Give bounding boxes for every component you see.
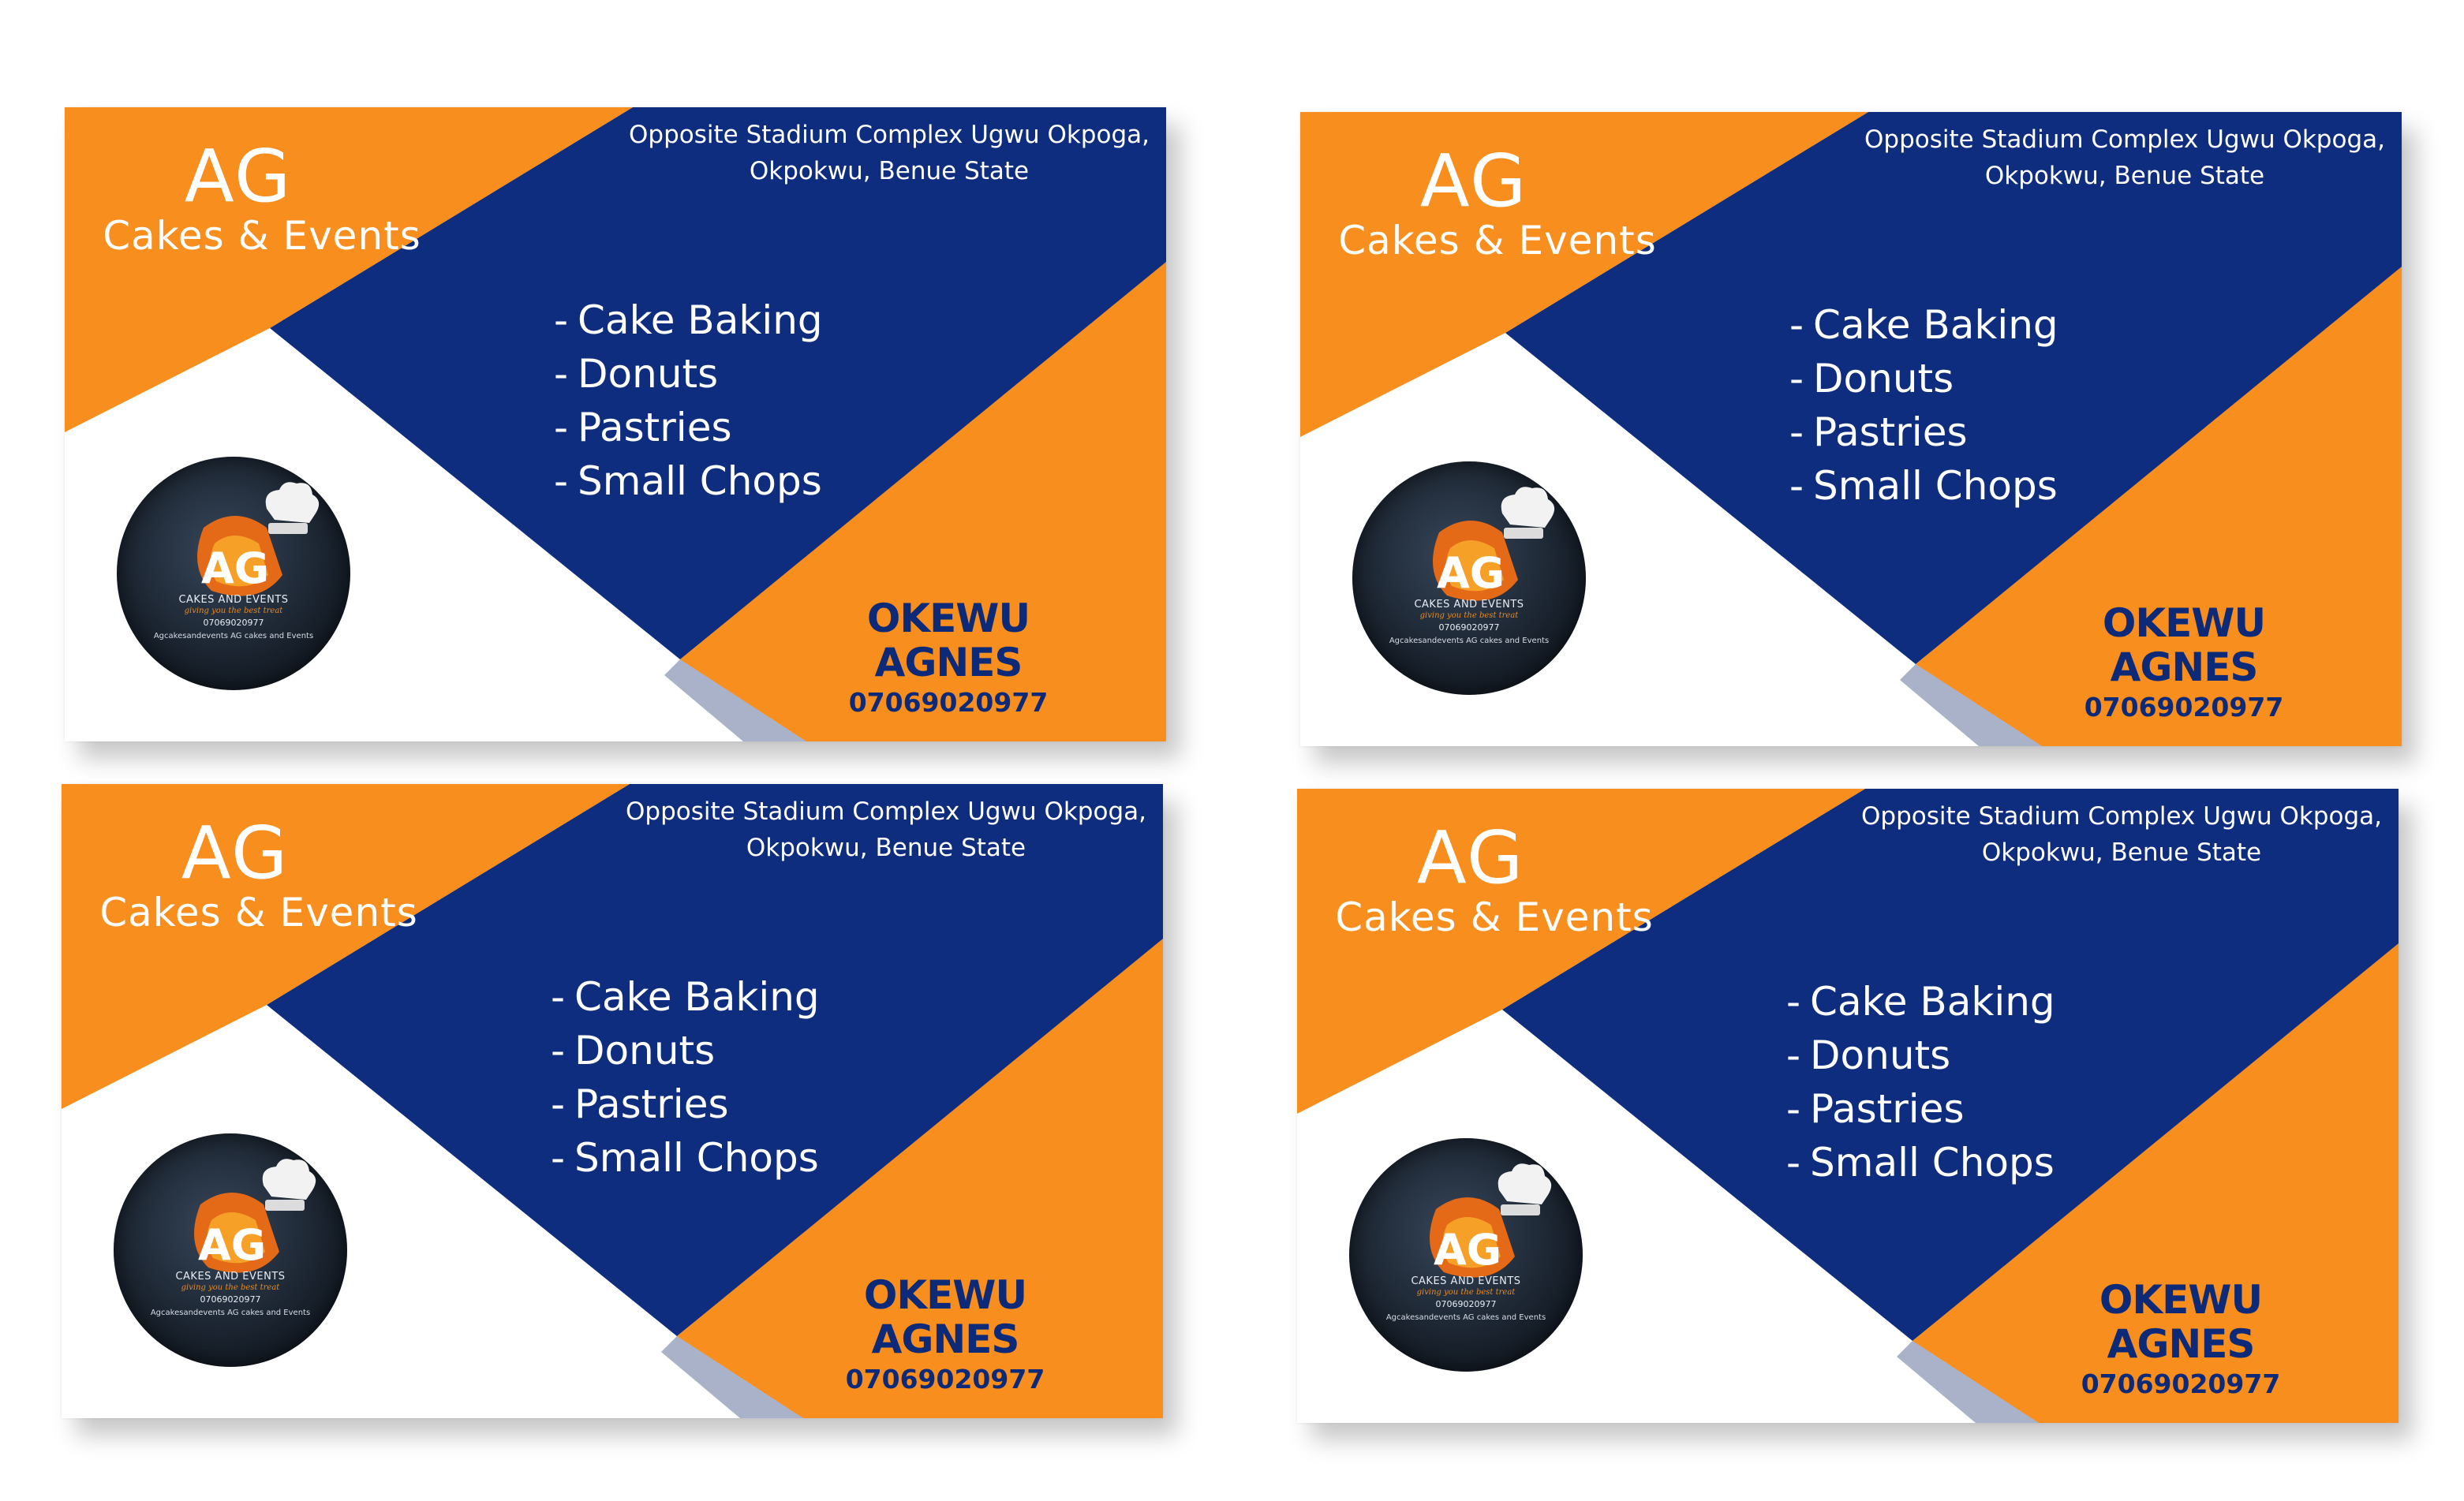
brand-subtitle: Cakes & Events [1335, 894, 1654, 940]
logo-social: Agcakesandevents AG cakes and Events [1389, 637, 1550, 645]
service-item: - Donuts [1789, 356, 1954, 401]
logo-phone: 07069020977 [200, 1294, 261, 1305]
contact-block: OKEWU AGNES 07069020977 [2023, 1278, 2339, 1401]
contact-phone: 07069020977 [2084, 692, 2284, 722]
logo-tagline: giving you the best treat [1416, 1288, 1516, 1297]
logo-social: Agcakesandevents AG cakes and Events [153, 632, 314, 640]
logo-title: CAKES AND EVENTS [178, 594, 289, 606]
contact-name: OKEWU AGNES [2102, 600, 2266, 690]
service-item: - Cake Baking [1786, 979, 2055, 1025]
services-list: - Cake Baking - Donuts - Pastries - Small Ch… [551, 970, 820, 1185]
brand-block: AG Cakes & Events [96, 139, 428, 259]
services-list: - Cake Baking - Donuts - Pastries - Small Ch… [1786, 975, 2055, 1189]
service-item: - Donuts [551, 1028, 716, 1073]
logo-monogram: AG [1434, 1225, 1501, 1275]
business-card-top-right: AG Cakes & Events Opposite Stadium Compl… [1300, 112, 2402, 746]
contact-block: OKEWU AGNES 07069020977 [791, 596, 1106, 719]
address-line-1: Opposite Stadium Complex Ugwu Okpoga, [1864, 125, 2385, 154]
logo-social: Agcakesandevents AG cakes and Events [1385, 1313, 1546, 1322]
logo-phone: 07069020977 [1438, 622, 1500, 633]
service-item: - Small Chops [1789, 463, 2058, 509]
address: Opposite Stadium Complex Ugwu Okpoga, Ok… [1849, 798, 2394, 871]
services-list: - Cake Baking - Donuts - Pastries - Small Ch… [1789, 298, 2058, 513]
chef-hat-icon: AG [194, 1159, 316, 1273]
logo-monogram: AG [201, 543, 269, 593]
logo-title: CAKES AND EVENTS [1411, 1275, 1521, 1287]
address-line-2: Okpokwu, Benue State [1984, 162, 2265, 190]
service-item: - Pastries [1786, 1086, 1965, 1132]
logo-badge: AG CAKES AND EVENTS giving you the best … [117, 457, 350, 690]
brand-block: AG Cakes & Events [1332, 144, 1663, 263]
contact-name: OKEWU AGNES [863, 1272, 1027, 1362]
address-line-2: Okpokwu, Benue State [749, 157, 1030, 185]
business-card-top-left: AG Cakes & Events Opposite Stadium Compl… [65, 107, 1166, 741]
contact-name: OKEWU AGNES [866, 596, 1030, 685]
logo-tagline: giving you the best treat [181, 1283, 280, 1292]
business-card-bottom-right: AG Cakes & Events Opposite Stadium Compl… [1297, 789, 2399, 1423]
service-item: - Cake Baking [1789, 302, 2058, 348]
address-line-1: Opposite Stadium Complex Ugwu Okpoga, [626, 797, 1146, 826]
contact-phone: 07069020977 [845, 1364, 1045, 1395]
logo-phone: 07069020977 [203, 618, 264, 628]
logo-badge: AG CAKES AND EVENTS giving you the best … [1349, 1138, 1583, 1372]
logo-tagline: giving you the best treat [1419, 611, 1519, 620]
contact-phone: 07069020977 [848, 687, 1049, 718]
logo-title: CAKES AND EVENTS [175, 1271, 286, 1283]
logo-tagline: giving you the best treat [184, 607, 283, 615]
brand-block: AG Cakes & Events [1329, 820, 1660, 939]
service-item: - Pastries [551, 1081, 729, 1127]
service-item: - Small Chops [551, 1135, 819, 1181]
service-item: - Cake Baking [554, 297, 823, 343]
brand-monogram: AG [1416, 816, 1525, 900]
brand-monogram: AG [181, 811, 290, 895]
service-item: - Small Chops [554, 458, 822, 504]
chef-hat-icon: AG [1433, 487, 1555, 601]
logo-social: Agcakesandevents AG cakes and Events [150, 1309, 311, 1317]
address: Opposite Stadium Complex Ugwu Okpoga, Ok… [614, 793, 1158, 866]
services-list: - Cake Baking - Donuts - Pastries - Small Ch… [554, 293, 823, 508]
address: Opposite Stadium Complex Ugwu Okpoga, Ok… [617, 117, 1161, 189]
logo-badge: AG CAKES AND EVENTS giving you the best … [114, 1133, 347, 1367]
address-line-1: Opposite Stadium Complex Ugwu Okpoga, [1861, 802, 2382, 831]
service-item: - Pastries [554, 405, 732, 450]
service-item: - Cake Baking [551, 974, 820, 1020]
brand-subtitle: Cakes & Events [1338, 218, 1657, 263]
address-line-2: Okpokwu, Benue State [746, 834, 1026, 862]
chef-hat-icon: AG [1430, 1163, 1552, 1278]
logo-title: CAKES AND EVENTS [1414, 599, 1524, 610]
brand-block: AG Cakes & Events [93, 816, 424, 935]
logo-monogram: AG [1437, 548, 1505, 598]
service-item: - Donuts [554, 351, 719, 397]
brand-subtitle: Cakes & Events [103, 213, 421, 259]
logo-monogram: AG [198, 1220, 266, 1270]
service-item: - Small Chops [1786, 1140, 2055, 1185]
service-item: - Pastries [1789, 409, 1968, 455]
contact-phone: 07069020977 [2081, 1368, 2281, 1399]
contact-name: OKEWU AGNES [2099, 1277, 2263, 1367]
contact-block: OKEWU AGNES 07069020977 [2026, 601, 2342, 724]
brand-monogram: AG [1419, 139, 1528, 223]
service-item: - Donuts [1786, 1032, 1951, 1078]
chef-hat-icon: AG [197, 482, 320, 596]
address: Opposite Stadium Complex Ugwu Okpoga, Ok… [1853, 121, 2397, 194]
logo-badge: AG CAKES AND EVENTS giving you the best … [1352, 461, 1586, 695]
brand-subtitle: Cakes & Events [99, 890, 418, 935]
business-card-bottom-left: AG Cakes & Events Opposite Stadium Compl… [62, 784, 1163, 1418]
contact-block: OKEWU AGNES 07069020977 [787, 1273, 1103, 1396]
address-line-1: Opposite Stadium Complex Ugwu Okpoga, [629, 121, 1150, 149]
logo-phone: 07069020977 [1435, 1299, 1497, 1309]
address-line-2: Okpokwu, Benue State [1981, 838, 2262, 867]
brand-monogram: AG [184, 134, 293, 218]
